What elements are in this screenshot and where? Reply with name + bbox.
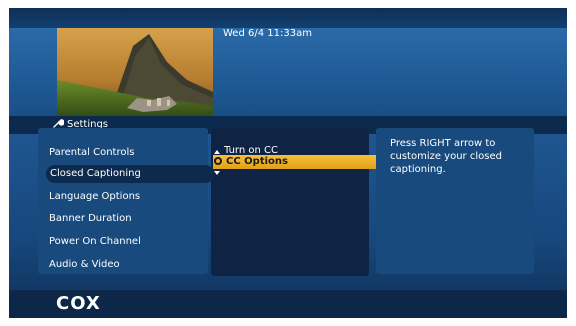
selection-circle-icon (214, 157, 222, 165)
menu-item-closed-captioning[interactable]: Closed Captioning (46, 165, 214, 183)
cox-logo: COX (56, 293, 101, 314)
menu-item-parental-controls[interactable]: Parental Controls (49, 144, 134, 162)
submenu-item-cc-options-label: CC Options (226, 156, 288, 167)
scroll-up-icon (214, 150, 220, 154)
date-time: Wed 6/4 11:33am (223, 28, 312, 39)
scroll-down-icon (214, 171, 220, 175)
menu-item-banner-duration[interactable]: Banner Duration (49, 210, 132, 228)
menu-item-language-options[interactable]: Language Options (49, 188, 140, 206)
header-band (9, 8, 567, 28)
menu-item-audio-video[interactable]: Audio & Video (49, 256, 120, 274)
menu-item-power-on-channel[interactable]: Power On Channel (49, 233, 141, 251)
channel-thumbnail (57, 28, 213, 116)
help-text: Press RIGHT arrow to customize your clos… (390, 138, 502, 175)
